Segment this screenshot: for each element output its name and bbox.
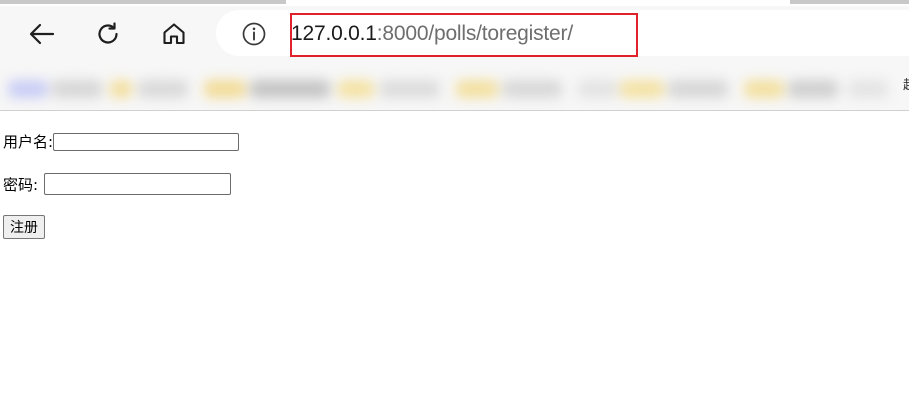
browser-toolbar: 127.0.0.1:8000/polls/toregister/ — [0, 6, 909, 62]
back-button[interactable] — [22, 16, 62, 52]
home-icon — [161, 21, 187, 47]
info-icon[interactable] — [240, 20, 268, 48]
reload-icon — [95, 21, 121, 47]
bookmarks-blurred — [8, 70, 908, 108]
username-input[interactable] — [53, 132, 240, 151]
username-label: 用户名: — [3, 133, 54, 151]
username-row: 用户名: — [3, 131, 240, 152]
register-button[interactable]: 注册 — [3, 215, 45, 239]
reload-button[interactable] — [88, 16, 128, 52]
url-path: :8000/polls/toregister/ — [376, 22, 573, 45]
home-button[interactable] — [154, 16, 194, 52]
url-host: 127.0.0.1 — [291, 22, 377, 45]
bookmark-overflow-text[interactable]: 起 — [903, 74, 909, 93]
password-label: 密码: — [3, 175, 39, 194]
arrow-left-icon — [29, 23, 55, 45]
url-text[interactable]: 127.0.0.1:8000/polls/toregister/ — [291, 20, 573, 48]
tab-edge-right — [790, 0, 909, 4]
password-row: 密码: — [3, 173, 232, 195]
password-input[interactable] — [44, 173, 232, 195]
page-content: 用户名: 密码: 注册 — [0, 111, 909, 419]
address-bar[interactable]: 127.0.0.1:8000/polls/toregister/ — [216, 10, 909, 56]
bookmarks-bar: 起 — [0, 62, 909, 110]
tab-edge-left — [0, 0, 286, 4]
